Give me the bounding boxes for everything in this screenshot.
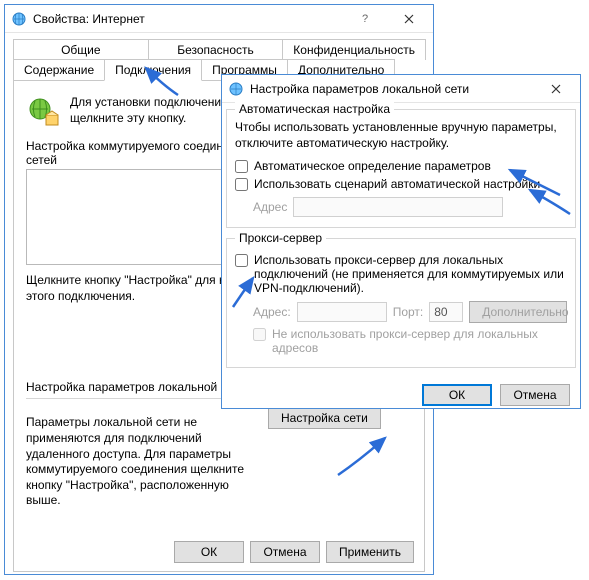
proxy-address-row: Адрес: Порт: Дополнительно bbox=[253, 301, 567, 323]
bypass-local-row: Не использовать прокси-сервер для локаль… bbox=[253, 327, 567, 355]
titlebar: Свойства: Интернет ? bbox=[5, 5, 433, 33]
autoscript-row[interactable]: Использовать сценарий автоматической нас… bbox=[235, 177, 567, 191]
modal-ok-button[interactable]: ОК bbox=[422, 384, 492, 406]
internet-options-icon bbox=[228, 81, 244, 97]
tabs-row-1: Общие Безопасность Конфиденциальность bbox=[13, 39, 425, 60]
lan-hint: Параметры локальной сети не применяются … bbox=[26, 415, 256, 509]
use-proxy-label: Использовать прокси-сервер для локальных… bbox=[254, 253, 567, 295]
proxy-group: Прокси-сервер Использовать прокси-сервер… bbox=[226, 238, 576, 368]
modal-close-button[interactable] bbox=[534, 75, 578, 102]
tab-connections[interactable]: Подключения bbox=[104, 59, 202, 81]
close-button[interactable] bbox=[387, 5, 431, 32]
proxy-legend: Прокси-сервер bbox=[235, 231, 326, 245]
tab-content[interactable]: Содержание bbox=[13, 59, 105, 80]
proxy-address-input bbox=[297, 302, 387, 322]
tab-security[interactable]: Безопасность bbox=[148, 39, 284, 60]
modal-title: Настройка параметров локальной сети bbox=[250, 82, 534, 96]
autoscript-checkbox[interactable] bbox=[235, 178, 248, 191]
cancel-button[interactable]: Отмена bbox=[250, 541, 320, 563]
proxy-address-label: Адрес: bbox=[253, 305, 291, 319]
modal-cancel-button[interactable]: Отмена bbox=[500, 384, 570, 406]
bypass-local-label: Не использовать прокси-сервер для локаль… bbox=[272, 327, 567, 355]
apply-button[interactable]: Применить bbox=[326, 541, 414, 563]
tab-general[interactable]: Общие bbox=[13, 39, 149, 60]
bypass-local-checkbox bbox=[253, 328, 266, 341]
tab-privacy[interactable]: Конфиденциальность bbox=[282, 39, 426, 60]
proxy-port-input bbox=[429, 302, 463, 322]
use-proxy-checkbox[interactable] bbox=[235, 254, 248, 267]
auto-config-text: Чтобы использовать установленные вручную… bbox=[235, 120, 567, 151]
script-address-label: Адрес bbox=[253, 200, 287, 214]
modal-titlebar: Настройка параметров локальной сети bbox=[222, 75, 580, 103]
internet-options-icon bbox=[11, 11, 27, 27]
help-button[interactable]: ? bbox=[343, 5, 387, 32]
window-title: Свойства: Интернет bbox=[33, 12, 343, 26]
autodetect-label: Автоматическое определение параметров bbox=[254, 159, 491, 173]
autodetect-row[interactable]: Автоматическое определение параметров bbox=[235, 159, 567, 173]
proxy-port-label: Порт: bbox=[393, 305, 424, 319]
proxy-advanced-button: Дополнительно bbox=[469, 301, 567, 323]
script-address-input bbox=[293, 197, 503, 217]
use-proxy-row[interactable]: Использовать прокси-сервер для локальных… bbox=[235, 253, 567, 295]
globe-wizard-icon bbox=[26, 95, 60, 129]
script-address-row: Адрес bbox=[253, 197, 567, 217]
lan-settings-window: Настройка параметров локальной сети Авто… bbox=[221, 74, 581, 409]
auto-config-legend: Автоматическая настройка bbox=[235, 102, 394, 116]
autodetect-checkbox[interactable] bbox=[235, 160, 248, 173]
auto-config-group: Автоматическая настройка Чтобы использов… bbox=[226, 109, 576, 228]
autoscript-label: Использовать сценарий автоматической нас… bbox=[254, 177, 540, 191]
ok-button[interactable]: ОК bbox=[174, 541, 244, 563]
